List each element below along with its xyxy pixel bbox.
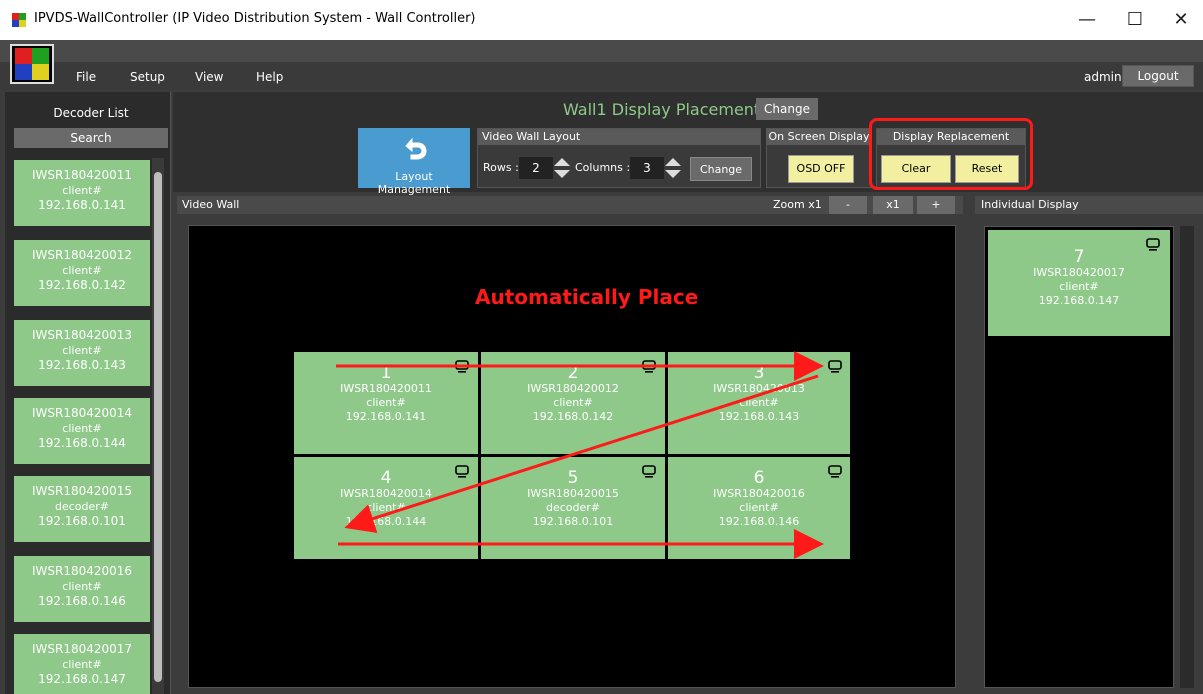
individual-display-label: Individual Display — [981, 198, 1079, 211]
cell-name: IWSR180420017 — [1033, 266, 1125, 279]
cell-number: 7 — [1073, 247, 1085, 267]
individual-display-item[interactable]: 7 IWSR180420017 client# 192.168.0.147 — [988, 230, 1170, 336]
individual-display-scrollbar[interactable] — [1180, 226, 1194, 688]
monitor-icon — [1146, 238, 1160, 251]
automatically-place-annotation: Automatically Place — [475, 285, 699, 309]
cell-type: client# — [1059, 280, 1099, 293]
cell-ip: 192.168.0.147 — [1038, 294, 1120, 307]
